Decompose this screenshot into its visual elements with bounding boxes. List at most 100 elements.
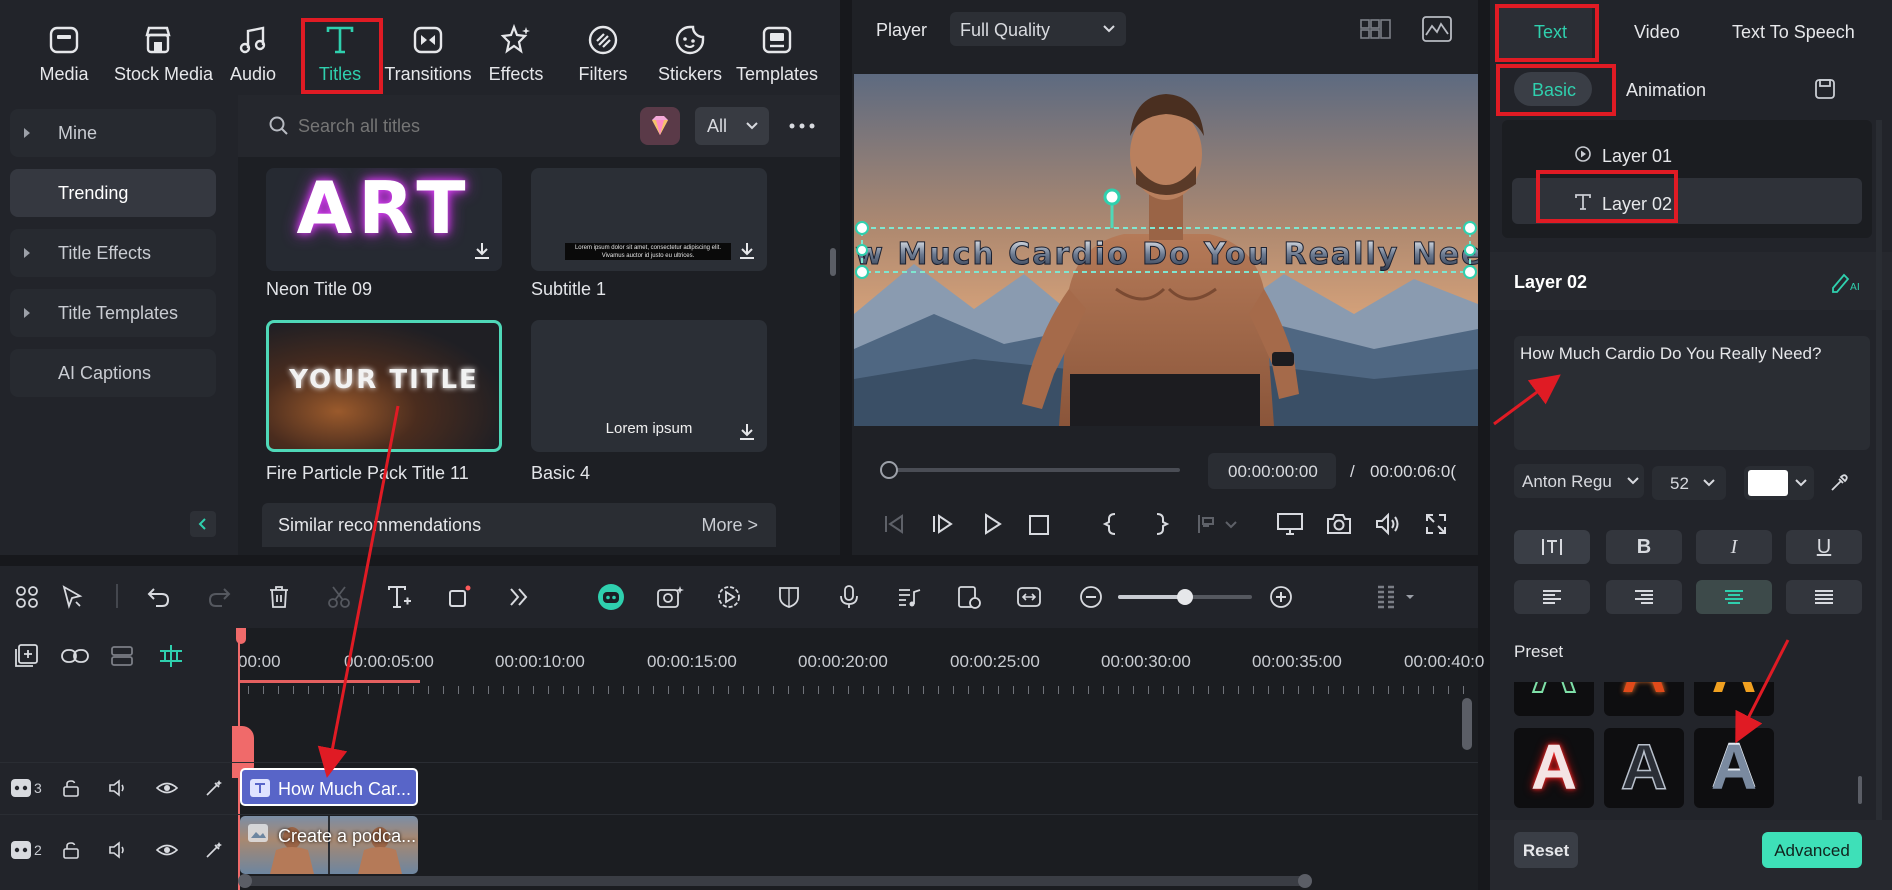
crop-icon[interactable] <box>446 584 472 610</box>
text-spacing-button[interactable] <box>1514 530 1590 564</box>
preset-tile[interactable]: A <box>1514 728 1594 808</box>
tool-media[interactable]: Media <box>20 0 108 95</box>
save-preset-icon[interactable] <box>1814 78 1836 100</box>
sidebar-item-title-effects[interactable]: Title Effects <box>10 229 216 277</box>
playhead-handle[interactable] <box>236 628 246 644</box>
next-frame-icon[interactable] <box>930 512 954 536</box>
title-thumb-subtitle[interactable]: Lorem ipsum dolor sit amet, consectetur … <box>531 168 767 271</box>
filter-dropdown[interactable]: All <box>695 107 769 145</box>
layout-grid-icon[interactable] <box>14 584 40 610</box>
sidebar-item-trending[interactable]: Trending <box>10 169 216 217</box>
ai-image-icon[interactable] <box>656 584 686 610</box>
preset-tile[interactable]: A <box>1694 728 1774 808</box>
tool-transitions[interactable]: Transitions <box>384 0 472 95</box>
font-size-dropdown[interactable]: 52 <box>1652 466 1726 500</box>
scrollbar-handle-right[interactable] <box>1298 874 1312 888</box>
lock-icon[interactable] <box>62 779 80 797</box>
font-color-picker[interactable] <box>1744 466 1814 500</box>
more-tools-icon[interactable] <box>506 584 532 610</box>
preset-scrollbar[interactable] <box>1858 776 1862 804</box>
reset-button[interactable]: Reset <box>1514 832 1578 868</box>
effects-wand-icon[interactable] <box>204 840 224 860</box>
mask-icon[interactable] <box>776 584 802 610</box>
scope-icon[interactable] <box>1422 16 1452 42</box>
download-icon[interactable] <box>735 239 759 263</box>
cut-icon[interactable] <box>326 584 352 610</box>
premium-button[interactable] <box>640 107 680 145</box>
effects-wand-icon[interactable] <box>204 778 224 798</box>
delete-icon[interactable] <box>266 584 292 610</box>
collapse-sidebar-button[interactable] <box>190 511 216 537</box>
download-icon[interactable] <box>470 239 494 263</box>
add-track-icon[interactable] <box>14 644 40 668</box>
timeline-vertical-scrollbar[interactable] <box>1462 698 1472 750</box>
magnet-snap-icon[interactable] <box>158 644 184 668</box>
display-settings-icon[interactable] <box>1276 512 1304 536</box>
video-clip[interactable]: Create a podca... <box>240 816 418 874</box>
italic-button[interactable]: I <box>1696 530 1772 564</box>
playhead-knob[interactable] <box>880 461 898 479</box>
justify-button[interactable] <box>1786 580 1862 614</box>
redo-icon[interactable] <box>206 584 232 610</box>
volume-icon[interactable] <box>108 840 128 860</box>
title-thumb-basic[interactable]: Lorem ipsum <box>531 320 767 452</box>
tool-audio[interactable]: Audio <box>209 0 297 95</box>
align-right-button[interactable] <box>1606 580 1682 614</box>
visibility-eye-icon[interactable] <box>156 841 178 859</box>
advanced-button[interactable]: Advanced <box>1762 832 1862 868</box>
sidebar-item-mine[interactable]: Mine <box>10 109 216 157</box>
ai-edit-icon[interactable]: AI <box>1830 268 1860 294</box>
play-icon[interactable] <box>980 512 1004 536</box>
tool-stock-media[interactable]: Stock Media <box>114 0 213 95</box>
video-preview[interactable]: How Much Cardio Do You Really Need? <box>854 74 1478 426</box>
link-icon[interactable] <box>60 646 90 666</box>
tool-effects[interactable]: Effects <box>472 0 560 95</box>
scrollbar-handle-left[interactable] <box>238 874 252 888</box>
bold-button[interactable]: B <box>1606 530 1682 564</box>
search-input[interactable] <box>298 109 618 143</box>
add-text-icon[interactable] <box>386 584 412 610</box>
tool-stickers[interactable]: Stickers <box>646 0 734 95</box>
stop-icon[interactable] <box>1028 514 1050 536</box>
insert-clip-icon[interactable] <box>1196 512 1240 536</box>
volume-icon[interactable] <box>1374 512 1400 536</box>
playback-progress-track[interactable] <box>882 468 1180 472</box>
group-icon[interactable] <box>110 644 134 668</box>
zoom-slider-knob[interactable] <box>1177 589 1193 605</box>
zoom-in-icon[interactable] <box>1268 584 1294 610</box>
visibility-eye-icon[interactable] <box>156 779 178 797</box>
align-center-button[interactable] <box>1696 580 1772 614</box>
zoom-out-icon[interactable] <box>1078 584 1104 610</box>
preset-tile[interactable]: A <box>1694 682 1774 716</box>
similar-recommendations-bar[interactable]: Similar recommendations More > <box>262 503 776 547</box>
volume-icon[interactable] <box>108 778 128 798</box>
layer-01[interactable]: Layer 01 <box>1602 146 1672 167</box>
grid-view-icon[interactable] <box>1360 18 1392 40</box>
browser-scrollbar[interactable] <box>830 248 836 276</box>
previous-frame-icon[interactable] <box>882 512 906 536</box>
current-time-field[interactable]: 00:00:00:00 <box>1208 453 1336 489</box>
more-options-button[interactable] <box>784 109 820 143</box>
preset-tile[interactable]: A <box>1604 682 1684 716</box>
title-thumb-fire-particle[interactable]: YOUR TITLE <box>266 320 502 452</box>
text-content-field[interactable]: How Much Cardio Do You Really Need? <box>1514 336 1870 450</box>
speed-icon[interactable] <box>716 584 742 610</box>
title-thumb-neon[interactable]: ART <box>266 168 502 271</box>
tool-filters[interactable]: Filters <box>559 0 647 95</box>
tab-video[interactable]: Video <box>1634 22 1680 43</box>
subtab-animation[interactable]: Animation <box>1626 80 1706 101</box>
work-area-bar[interactable] <box>239 680 420 683</box>
audio-list-icon[interactable] <box>896 584 922 610</box>
timeline-horizontal-scrollbar[interactable] <box>238 874 1312 888</box>
fit-icon[interactable] <box>1016 584 1042 610</box>
align-left-button[interactable] <box>1514 580 1590 614</box>
eyedropper-icon[interactable] <box>1828 472 1850 494</box>
more-link[interactable]: More > <box>701 515 758 536</box>
underline-button[interactable]: U <box>1786 530 1862 564</box>
timeline-view-options-icon[interactable] <box>1374 584 1418 610</box>
fullscreen-icon[interactable] <box>1424 512 1448 536</box>
mark-in-icon[interactable] <box>1102 512 1122 536</box>
microphone-icon[interactable] <box>836 584 862 610</box>
overlay-title-text[interactable]: How Much Cardio Do You Really Need? <box>854 237 1478 273</box>
quality-dropdown[interactable]: Full Quality <box>950 12 1126 46</box>
